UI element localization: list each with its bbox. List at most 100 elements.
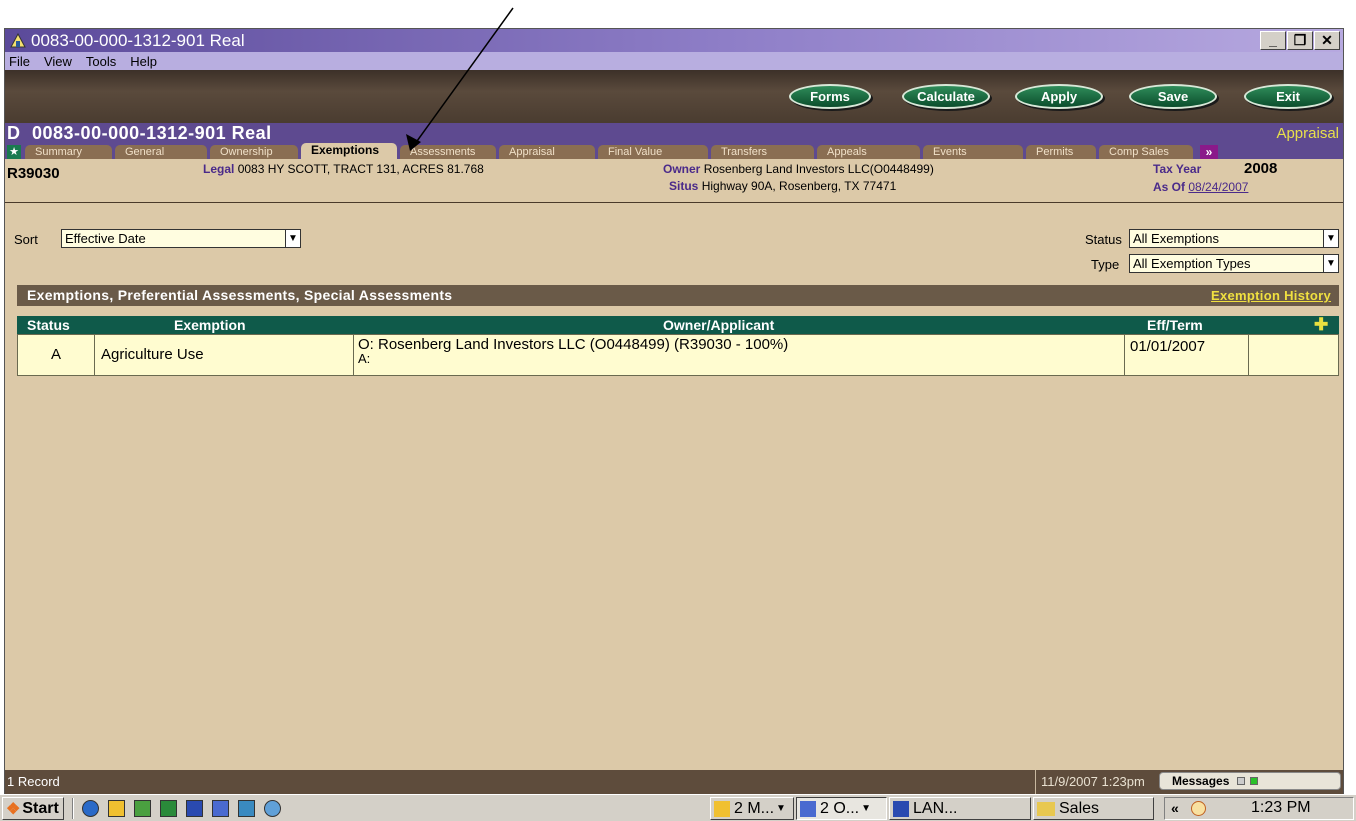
taskbar-item-appraisal[interactable]: 2 O... ▼	[796, 797, 887, 820]
internet-explorer-icon[interactable]	[82, 800, 99, 817]
chevron-down-icon: ▼	[861, 803, 872, 814]
messages-label: Messages	[1172, 774, 1230, 788]
mode-label: Appraisal	[1276, 125, 1339, 142]
start-button[interactable]: ❖ Start	[2, 797, 64, 820]
as-of-label: As Of	[1153, 180, 1186, 194]
column-status[interactable]: Status	[27, 316, 70, 334]
calculate-button[interactable]: Calculate	[902, 84, 990, 109]
chevron-down-icon[interactable]: ▼	[1323, 230, 1338, 247]
system-tray: « 1:23 PM	[1164, 797, 1354, 820]
outlook-icon	[714, 800, 730, 817]
type-dropdown[interactable]: All Exemption Types ▼	[1129, 254, 1339, 273]
section-header: Exemptions, Preferential Assessments, Sp…	[17, 285, 1339, 306]
toolbar: Forms Calculate Apply Save Exit	[5, 70, 1343, 123]
exemption-history-link[interactable]: Exemption History	[1211, 285, 1331, 306]
tab-events[interactable]: Events	[923, 145, 1023, 159]
tab-general[interactable]: General	[115, 145, 207, 159]
messages-button[interactable]: Messages	[1159, 772, 1341, 790]
chevron-down-icon[interactable]: ▼	[1323, 255, 1338, 272]
tab-permits[interactable]: Permits	[1026, 145, 1096, 159]
taskbar-item-sales[interactable]: Sales	[1033, 797, 1154, 820]
appraisal-app-icon	[800, 800, 816, 817]
tab-final-value[interactable]: Final Value	[598, 145, 708, 159]
tray-expand-button[interactable]: «	[1171, 800, 1179, 816]
owner-label: Owner	[663, 162, 701, 176]
network-icon[interactable]	[264, 800, 281, 817]
project-icon[interactable]	[134, 800, 151, 817]
table-row[interactable]: A Agriculture Use O: Rosenberg Land Inve…	[17, 334, 1339, 376]
chevron-down-icon: ▼	[776, 803, 786, 814]
appraisal-app-icon[interactable]	[212, 800, 229, 817]
taskbar-item-label: 2 M...	[734, 799, 775, 817]
minimize-button[interactable]: _	[1260, 31, 1286, 50]
tab-ownership[interactable]: Ownership	[210, 145, 298, 159]
sort-value: Effective Date	[65, 231, 146, 246]
column-owner-applicant[interactable]: Owner/Applicant	[663, 316, 774, 334]
property-id: R39030	[7, 165, 60, 182]
sort-dropdown[interactable]: Effective Date ▼	[61, 229, 301, 248]
taskbar-item-lan[interactable]: LAN...	[889, 797, 1031, 820]
record-title: 0083-00-000-1312-901 Real	[32, 123, 272, 143]
application-window: 0083-00-000-1312-901 Real _ ❐ ✕ File Vie…	[4, 28, 1344, 794]
taskbar-item-label: LAN...	[913, 799, 958, 817]
situs-value: Highway 90A, Rosenberg, TX 77471	[701, 179, 897, 193]
add-icon[interactable]: ✚	[1314, 316, 1328, 334]
tab-exemptions[interactable]: Exemptions	[301, 143, 397, 159]
drive-icon[interactable]	[238, 800, 255, 817]
tab-transfers[interactable]: Transfers	[711, 145, 814, 159]
taskbar-clock[interactable]: 1:23 PM	[1251, 799, 1311, 817]
owner-value: Rosenberg Land Investors LLC(O0448499)	[703, 162, 934, 176]
tab-summary[interactable]: Summary	[25, 145, 112, 159]
more-tabs-icon[interactable]: »	[1200, 145, 1218, 159]
message-indicator-green-icon	[1250, 777, 1259, 785]
close-button[interactable]: ✕	[1314, 31, 1340, 50]
start-label: Start	[22, 799, 59, 817]
taskbar-item-outlook[interactable]: 2 M... ▼	[710, 797, 794, 820]
word-icon[interactable]	[186, 800, 203, 817]
status-bar: 1 Record 11/9/2007 1:23pm Messages	[5, 770, 1343, 794]
windows-logo-icon: ❖	[6, 800, 21, 818]
type-label: Type	[1091, 257, 1120, 272]
tab-appraisal[interactable]: Appraisal	[499, 145, 595, 159]
save-button[interactable]: Save	[1129, 84, 1217, 109]
status-label: Status	[1085, 232, 1122, 247]
menu-view[interactable]: View	[44, 54, 72, 69]
apply-button[interactable]: Apply	[1015, 84, 1103, 109]
taskbar-item-label: 2 O...	[820, 799, 860, 817]
legal-value: 0083 HY SCOTT, TRACT 131, ACRES 81.768	[237, 162, 484, 176]
outlook-icon[interactable]	[108, 800, 125, 817]
tab-assessments[interactable]: Assessments	[400, 145, 496, 159]
as-of-date-link[interactable]: 08/24/2007	[1188, 180, 1248, 194]
menu-file[interactable]: File	[9, 54, 30, 69]
row-eff-term: 01/01/2007	[1125, 335, 1249, 375]
situs-label: Situs	[669, 179, 699, 193]
app-logo-icon	[10, 33, 26, 48]
status-dropdown[interactable]: All Exemptions ▼	[1129, 229, 1339, 248]
tab-strip: ★ Summary General Ownership Exemptions A…	[5, 143, 1343, 159]
menu-tools[interactable]: Tools	[86, 54, 116, 69]
section-title: Exemptions, Preferential Assessments, Sp…	[27, 287, 453, 303]
property-info: R39030 Legal 0083 HY SCOTT, TRACT 131, A…	[5, 159, 1343, 203]
exit-button[interactable]: Exit	[1244, 84, 1332, 109]
chevron-down-icon[interactable]: ▼	[285, 230, 300, 247]
sort-label: Sort	[14, 232, 38, 247]
favorite-star-icon[interactable]: ★	[7, 145, 21, 159]
exemptions-table: Status Exemption Owner/Applicant Eff/Ter…	[17, 316, 1339, 376]
excel-icon[interactable]	[160, 800, 177, 817]
clock-icon[interactable]	[1191, 801, 1206, 816]
column-eff-term[interactable]: Eff/Term	[1147, 316, 1203, 334]
status-datetime: 11/9/2007 1:23pm	[1041, 774, 1145, 789]
tab-comp-sales[interactable]: Comp Sales	[1099, 145, 1193, 159]
window-title: 0083-00-000-1312-901 Real	[31, 31, 245, 50]
tab-appeals[interactable]: Appeals	[817, 145, 920, 159]
column-exemption[interactable]: Exemption	[174, 316, 246, 334]
legal-label: Legal	[203, 162, 235, 176]
row-status: A	[18, 335, 95, 375]
row-applicant: A:	[358, 351, 371, 366]
forms-button[interactable]: Forms	[789, 84, 871, 109]
restore-button[interactable]: ❐	[1287, 31, 1313, 50]
table-header: Status Exemption Owner/Applicant Eff/Ter…	[17, 316, 1339, 334]
menu-help[interactable]: Help	[130, 54, 157, 69]
record-header: D 0083-00-000-1312-901 Real Appraisal	[5, 123, 1343, 143]
message-indicator-gray-icon	[1236, 777, 1245, 785]
